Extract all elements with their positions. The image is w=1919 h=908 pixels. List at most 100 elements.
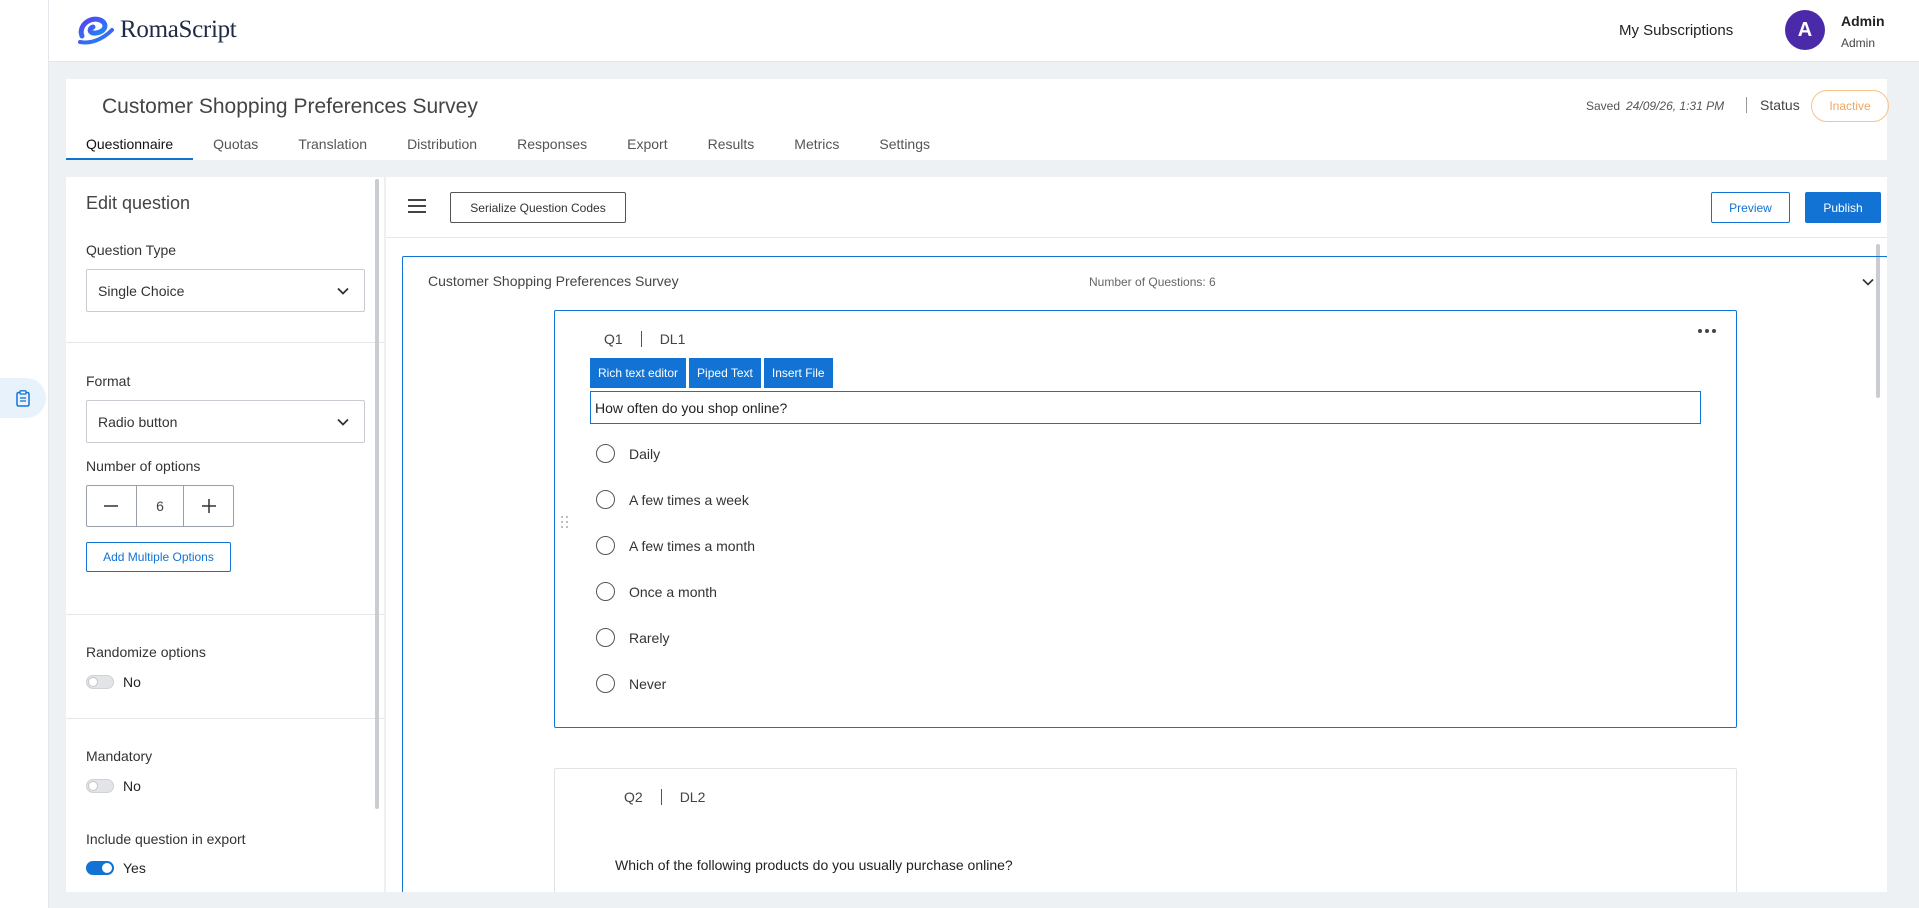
rich-text-editor-tab[interactable]: Rich text editor — [590, 358, 687, 388]
clipboard-icon — [16, 389, 30, 407]
decrement-button[interactable] — [87, 486, 136, 526]
mandatory-label: Mandatory — [86, 748, 153, 764]
question-id: Q1 — [604, 331, 623, 347]
option-label: Rarely — [629, 629, 670, 646]
increment-button[interactable] — [184, 486, 233, 526]
option-label: A few times a week — [629, 491, 749, 508]
tab-metrics[interactable]: Metrics — [774, 137, 859, 160]
preview-button[interactable]: Preview — [1711, 192, 1790, 223]
rail-item-questionnaire[interactable] — [0, 378, 46, 418]
survey-title: Customer Shopping Preferences Survey — [102, 95, 478, 118]
include-export-toggle[interactable] — [86, 861, 114, 875]
option-item[interactable]: Never — [596, 674, 666, 693]
chevron-down-icon — [337, 287, 349, 295]
tab-results[interactable]: Results — [688, 137, 775, 160]
question-text-input[interactable]: How often do you shop online? — [590, 391, 1701, 424]
option-item[interactable]: A few times a month — [596, 536, 755, 555]
option-item[interactable]: Rarely — [596, 628, 669, 647]
question-id: Q2 — [624, 789, 643, 805]
randomize-label: Randomize options — [86, 644, 206, 660]
num-options-label: Number of options — [86, 458, 201, 474]
panel-divider — [66, 614, 384, 615]
left-rail — [0, 0, 49, 908]
question-type-label: Question Type — [86, 242, 177, 258]
question-code: Q2 DL2 — [624, 789, 705, 805]
publish-button[interactable]: Publish — [1805, 192, 1881, 223]
mandatory-toggle-row: No — [86, 778, 141, 794]
mandatory-toggle[interactable] — [86, 779, 114, 793]
saved-time: 24/09/26, 1:31 PM — [1626, 99, 1725, 113]
editor-tabs: Rich text editor Piped Text Insert File — [590, 358, 833, 388]
logo-text: RomaScript — [120, 16, 237, 43]
tab-export[interactable]: Export — [607, 137, 687, 160]
status-divider — [1746, 97, 1747, 113]
num-options-stepper: 6 — [86, 485, 234, 527]
question-count: Number of Questions: 6 — [1089, 275, 1216, 289]
logo-mark-icon — [78, 16, 114, 45]
question-text: Which of the following products do you u… — [615, 857, 1013, 873]
status-label: Status — [1760, 97, 1800, 113]
radio-button[interactable] — [596, 536, 615, 555]
hamburger-icon[interactable] — [408, 199, 426, 213]
insert-file-tab[interactable]: Insert File — [763, 358, 833, 388]
add-multiple-options-button[interactable]: Add Multiple Options — [86, 542, 231, 572]
chevron-down-icon — [337, 418, 349, 426]
randomize-value: No — [123, 674, 141, 690]
minus-icon — [104, 505, 119, 507]
panel-scrollbar[interactable] — [375, 179, 379, 809]
include-export-label: Include question in export — [86, 831, 246, 847]
code-divider — [640, 331, 642, 347]
include-export-toggle-row: Yes — [86, 860, 146, 876]
survey-header: Customer Shopping Preferences Survey Sav… — [66, 79, 1889, 160]
tab-questionnaire[interactable]: Questionnaire — [66, 137, 194, 160]
tab-quotas[interactable]: Quotas — [193, 137, 278, 160]
status-badge[interactable]: Inactive — [1811, 90, 1889, 122]
saved-indicator: Saved 24/09/26, 1:31 PM — [1586, 99, 1724, 113]
survey-tabs: Questionnaire Quotas Translation Distrib… — [66, 137, 950, 160]
serialize-codes-button[interactable]: Serialize Question Codes — [450, 192, 626, 223]
format-select[interactable]: Radio button — [86, 400, 365, 443]
saved-label: Saved — [1586, 99, 1621, 113]
option-label: A few times a month — [629, 537, 756, 554]
tab-distribution[interactable]: Distribution — [387, 137, 497, 160]
app-logo[interactable]: RomaScript — [76, 14, 237, 46]
more-horizontal-icon[interactable] — [1698, 329, 1716, 333]
chevron-down-icon[interactable] — [1861, 275, 1875, 289]
piped-text-tab[interactable]: Piped Text — [689, 358, 761, 388]
edit-question-panel: Edit question Question Type Single Choic… — [66, 177, 384, 892]
tab-translation[interactable]: Translation — [278, 137, 387, 160]
radio-button[interactable] — [596, 490, 615, 509]
format-value: Radio button — [98, 413, 178, 430]
top-header: RomaScript My Subscriptions A Admin Admi… — [49, 0, 1919, 62]
tab-settings[interactable]: Settings — [859, 137, 950, 160]
edit-panel-title: Edit question — [86, 193, 191, 213]
editor-toolbar: Serialize Question Codes Preview Publish — [386, 177, 1887, 238]
survey-block: Customer Shopping Preferences Survey Num… — [402, 256, 1887, 892]
num-options-value[interactable]: 6 — [135, 486, 185, 526]
option-label: Never — [629, 675, 667, 692]
question-type-select[interactable]: Single Choice — [86, 269, 365, 312]
radio-button[interactable] — [596, 444, 615, 463]
user-role: Admin — [1841, 36, 1876, 50]
radio-button[interactable] — [596, 674, 615, 693]
radio-button[interactable] — [596, 628, 615, 647]
drag-handle-icon[interactable] — [561, 516, 569, 530]
code-divider — [660, 789, 662, 805]
user-avatar[interactable]: A — [1785, 10, 1825, 50]
panel-divider — [66, 342, 384, 343]
option-label: Daily — [629, 445, 661, 462]
option-item[interactable]: Daily — [596, 444, 660, 463]
option-item[interactable]: Once a month — [596, 582, 717, 601]
question-code: Q1 DL1 — [604, 331, 685, 347]
randomize-toggle[interactable] — [86, 675, 114, 689]
format-label: Format — [86, 373, 131, 389]
radio-button[interactable] — [596, 582, 615, 601]
question-type-value: Single Choice — [98, 282, 185, 299]
mandatory-value: No — [123, 778, 141, 794]
my-subscriptions-link[interactable]: My Subscriptions — [1619, 22, 1733, 39]
option-label: Once a month — [629, 583, 717, 600]
question-card[interactable]: Q2 DL2 Which of the following products d… — [554, 768, 1737, 892]
tab-responses[interactable]: Responses — [497, 137, 607, 160]
question-card[interactable]: Q1 DL1 Rich text editor Piped Text Inser… — [554, 310, 1737, 728]
option-item[interactable]: A few times a week — [596, 490, 749, 509]
